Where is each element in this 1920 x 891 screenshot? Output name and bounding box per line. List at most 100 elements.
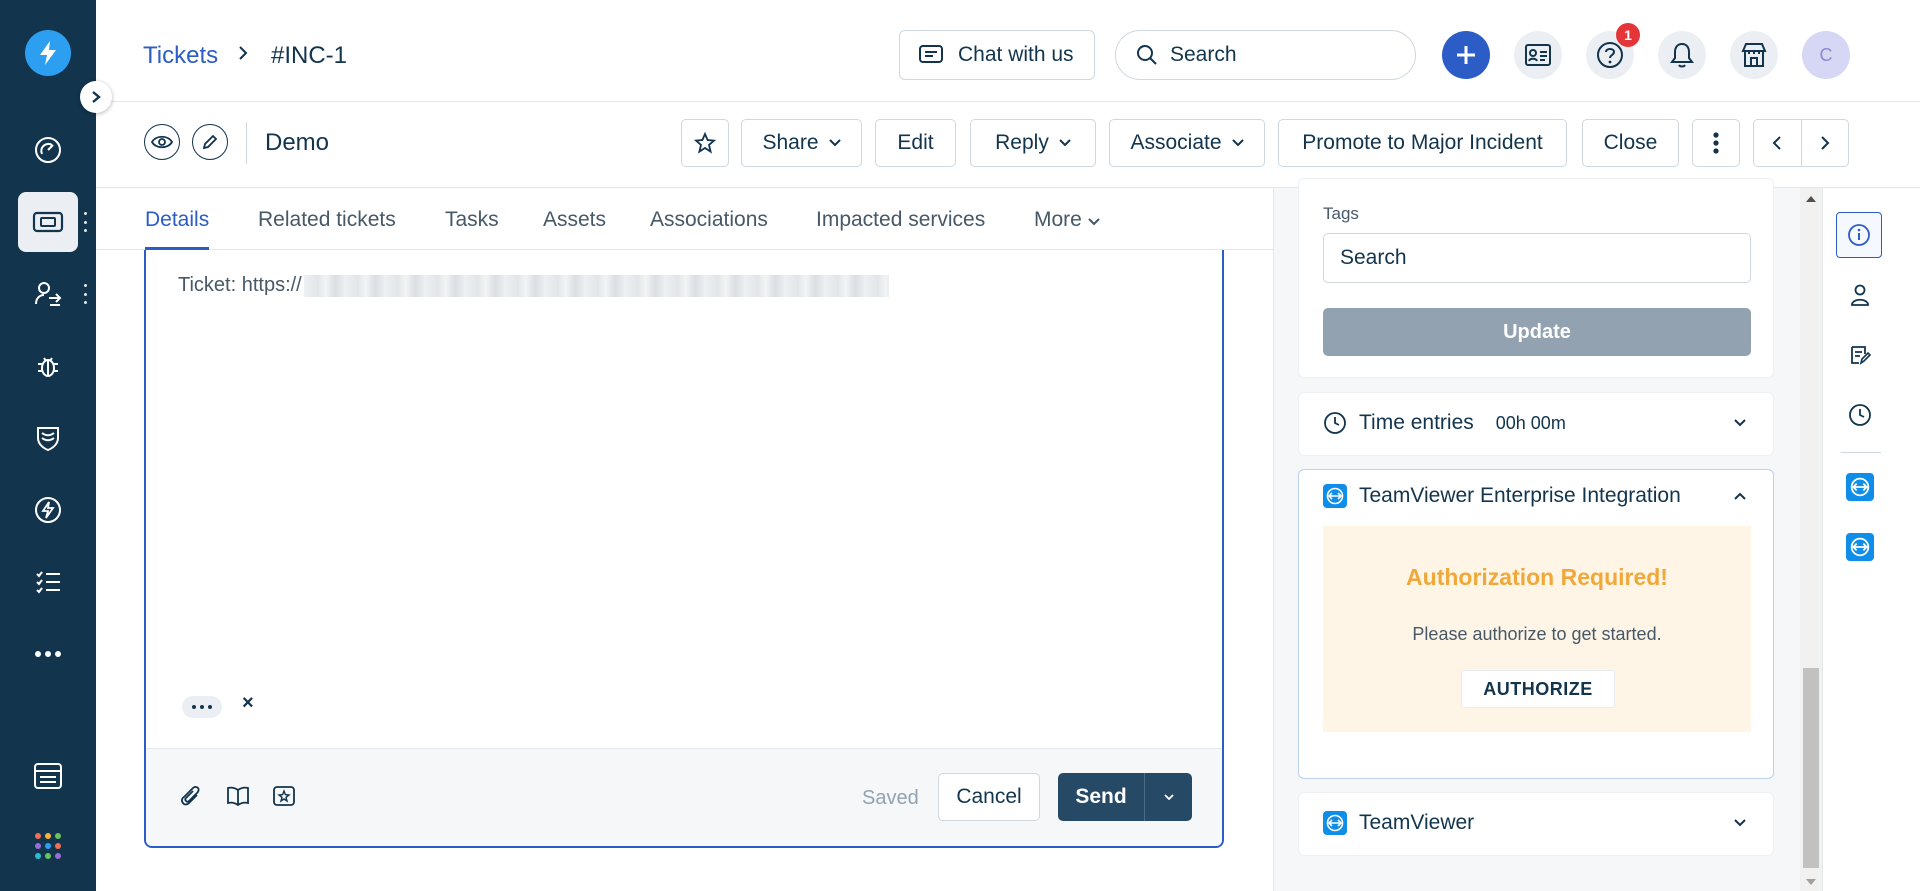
global-search[interactable] — [1115, 30, 1416, 80]
right-panel-scrollbar[interactable] — [1800, 188, 1822, 891]
tab-tasks[interactable]: Tasks — [445, 208, 499, 250]
person-icon[interactable] — [1837, 272, 1883, 318]
watch-eye-icon[interactable] — [144, 124, 180, 160]
teamviewer-enterprise-header[interactable]: TeamViewer Enterprise Integration — [1299, 484, 1773, 508]
scroll-thumb[interactable] — [1803, 668, 1819, 868]
help-icon — [1597, 42, 1623, 68]
authorize-button[interactable]: AUTHORIZE — [1461, 670, 1615, 708]
teamviewer-icon[interactable] — [1837, 464, 1883, 510]
logo-bolt-icon[interactable] — [25, 30, 71, 76]
tab-assets[interactable]: Assets — [543, 208, 606, 250]
tab-details[interactable]: Details — [145, 208, 210, 250]
canned-response-icon[interactable] — [272, 785, 296, 807]
notes-icon[interactable] — [1837, 332, 1883, 378]
scroll-down-arrow-icon[interactable] — [1806, 879, 1816, 885]
more-icon[interactable] — [18, 624, 78, 684]
clock-icon — [1324, 412, 1346, 434]
reply-button[interactable]: Reply — [970, 119, 1096, 167]
tickets-icon[interactable] — [18, 192, 78, 252]
tickets-menu-dots-icon[interactable] — [82, 212, 88, 232]
tv-enterprise-title: TeamViewer Enterprise Integration — [1359, 484, 1681, 507]
attachment-icon[interactable] — [180, 785, 202, 809]
add-new-button[interactable] — [1442, 31, 1490, 79]
changes-menu-dots-icon[interactable] — [82, 284, 88, 304]
chevron-right-icon — [237, 44, 249, 62]
share-button[interactable]: Share — [741, 119, 862, 167]
clock-icon[interactable] — [1837, 392, 1883, 438]
remove-quote-close-icon[interactable]: × — [242, 692, 254, 715]
edit-label: Edit — [897, 131, 934, 154]
send-options-chevron-down-icon[interactable] — [1144, 773, 1192, 821]
right-rail — [1822, 188, 1920, 891]
admin-icon[interactable] — [18, 746, 78, 806]
tab-associations[interactable]: Associations — [650, 208, 768, 250]
ticket-url-prefix: Ticket: https:// — [178, 274, 302, 296]
problems-icon[interactable] — [18, 336, 78, 396]
help-button[interactable]: 1 — [1586, 23, 1640, 79]
edit-pencil-icon[interactable] — [192, 124, 228, 160]
tab-impacted-services[interactable]: Impacted services — [816, 208, 985, 250]
notifications-button[interactable] — [1658, 31, 1706, 79]
knowledge-base-icon[interactable] — [226, 785, 250, 807]
share-label: Share — [762, 131, 819, 154]
releases-icon[interactable] — [18, 408, 78, 468]
reply-label: Reply — [995, 131, 1049, 154]
rail-divider — [1841, 452, 1881, 453]
associate-button[interactable]: Associate — [1109, 119, 1265, 167]
teamviewer-logo — [1846, 533, 1874, 561]
more-actions-button[interactable] — [1692, 119, 1740, 167]
chevron-up-icon — [1734, 492, 1746, 500]
marketplace-button[interactable] — [1730, 31, 1778, 79]
tags-card: Tags Search Update — [1298, 178, 1774, 378]
header-divider — [246, 122, 247, 164]
tags-search-input[interactable]: Search — [1323, 233, 1751, 283]
authorization-title: Authorization Required! — [1406, 564, 1668, 590]
edit-button[interactable]: Edit — [875, 119, 956, 167]
chat-icon — [918, 44, 944, 66]
search-input[interactable] — [1170, 43, 1400, 67]
contacts-card-button[interactable] — [1514, 31, 1562, 79]
tasks-list-icon[interactable] — [18, 552, 78, 612]
chat-with-us-button[interactable]: Chat with us — [899, 30, 1095, 80]
user-avatar[interactable]: C — [1802, 31, 1850, 79]
cancel-button[interactable]: Cancel — [938, 773, 1040, 821]
next-ticket-chevron-icon[interactable] — [1802, 120, 1849, 166]
editor-ticket-line[interactable]: Ticket: https:// — [178, 274, 889, 297]
tab-related-tickets[interactable]: Related tickets — [258, 208, 396, 250]
show-quoted-dots-button[interactable] — [182, 696, 222, 718]
ticket-tabs: Details Related tickets Tasks Assets Ass… — [96, 188, 1273, 250]
dashboard-icon[interactable] — [18, 120, 78, 180]
chevron-down-icon — [1059, 139, 1071, 147]
apps-grid-icon[interactable] — [18, 816, 78, 876]
ticket-header: Demo Share Edit Reply Associate Promote … — [96, 102, 1920, 188]
alerts-icon[interactable] — [18, 480, 78, 540]
tags-label: Tags — [1323, 204, 1359, 223]
close-label: Close — [1603, 131, 1658, 154]
chevron-down-icon — [828, 139, 841, 147]
search-icon — [1136, 44, 1158, 66]
teamviewer-card[interactable]: TeamViewer — [1298, 792, 1774, 856]
teamviewer-title: TeamViewer — [1359, 811, 1475, 834]
favorite-button[interactable] — [681, 119, 729, 167]
previous-ticket-chevron-icon[interactable] — [1754, 120, 1802, 166]
help-badge: 1 — [1616, 23, 1640, 47]
scroll-up-arrow-icon[interactable] — [1806, 196, 1816, 202]
left-nav — [0, 0, 96, 891]
redacted-url — [303, 274, 889, 297]
close-ticket-button[interactable]: Close — [1582, 119, 1679, 167]
time-entries-card[interactable]: Time entries 00h 00m — [1298, 392, 1774, 456]
tab-more[interactable]: More — [1034, 208, 1100, 250]
breadcrumb-tickets-link[interactable]: Tickets — [143, 42, 218, 70]
info-icon[interactable] — [1836, 212, 1882, 258]
send-button[interactable]: Send — [1058, 773, 1144, 821]
teamviewer-icon[interactable] — [1837, 524, 1883, 570]
saved-status: Saved — [862, 787, 919, 809]
expand-nav-chevron-icon[interactable] — [80, 81, 112, 113]
reply-editor[interactable]: Ticket: https:// × Saved Cancel Send — [144, 250, 1224, 848]
editor-footer: Saved Cancel Send — [146, 748, 1222, 846]
promote-major-incident-button[interactable]: Promote to Major Incident — [1278, 119, 1567, 167]
breadcrumb-current: #INC-1 — [271, 42, 348, 69]
teamviewer-icon — [1323, 484, 1347, 508]
update-button[interactable]: Update — [1323, 308, 1751, 356]
changes-icon[interactable] — [18, 264, 78, 324]
